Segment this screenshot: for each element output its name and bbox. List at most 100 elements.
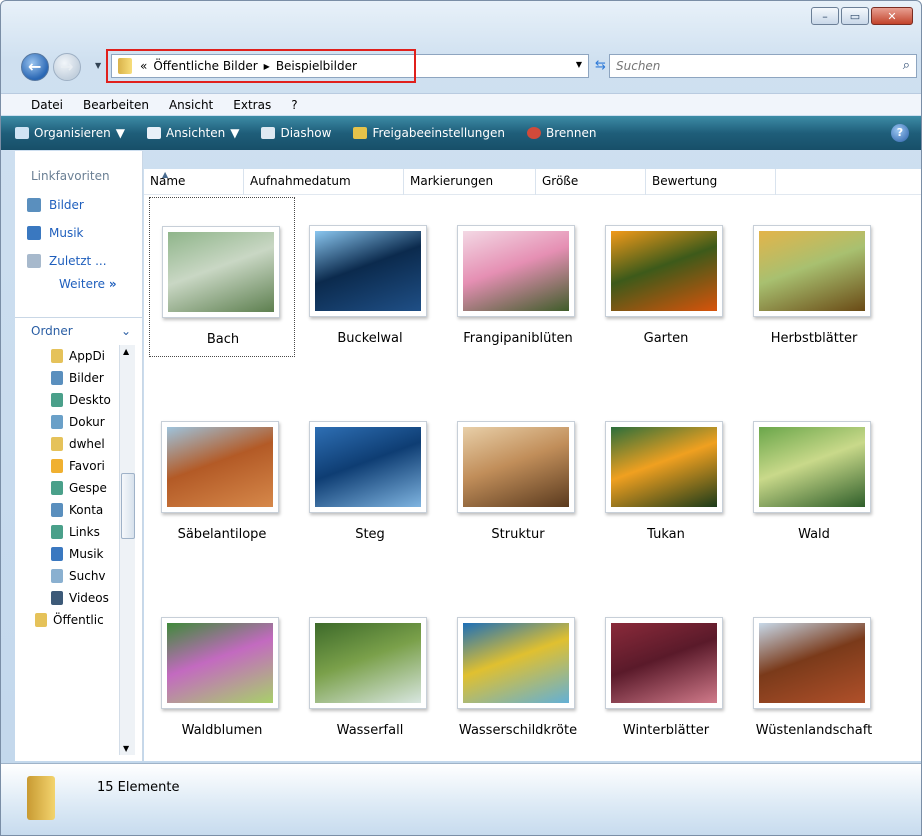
favorites-heading: Linkfavoriten: [31, 169, 110, 183]
help-icon[interactable]: ?: [891, 124, 909, 142]
scroll-down-icon[interactable]: ▼: [123, 744, 129, 753]
share-icon: [353, 127, 368, 139]
burn-button[interactable]: Brennen: [526, 126, 596, 140]
scrollbar-thumb[interactable]: [121, 473, 135, 539]
burn-disc-icon: [526, 127, 541, 139]
tree-label: Favori: [69, 459, 105, 473]
thumbnail-image: [611, 427, 717, 507]
slideshow-button[interactable]: Diashow: [261, 126, 331, 140]
thumbnail-image: [759, 231, 865, 311]
favorite-link-music[interactable]: Musik: [15, 217, 142, 245]
thumbnail-image: [167, 623, 273, 703]
tree-item-documents[interactable]: Dokur: [15, 411, 117, 433]
tree-item-music[interactable]: Musik: [15, 543, 117, 565]
tree-item-links[interactable]: Links: [15, 521, 117, 543]
refresh-icon[interactable]: ⇆: [595, 58, 606, 73]
menu-file[interactable]: Datei: [31, 98, 63, 112]
thumbnail-label: Herbstblätter: [770, 331, 858, 346]
thumbnail-item[interactable]: Wald: [741, 393, 887, 553]
tree-item-desktop[interactable]: Deskto: [15, 389, 117, 411]
thumbnail-label: Wasserschildkröte: [458, 723, 578, 738]
views-button[interactable]: Ansichten ▼: [146, 126, 239, 140]
column-label: Größe: [542, 174, 579, 188]
tree-item-dwhel[interactable]: dwhel: [15, 433, 117, 455]
folder-tree-scrollbar[interactable]: ▲ ▼: [119, 345, 135, 755]
column-header-tags[interactable]: Markierungen: [404, 169, 536, 195]
recent-pages-dropdown[interactable]: ▼: [95, 61, 101, 70]
folders-header[interactable]: Ordner ⌄: [15, 317, 143, 343]
thumbnail-item[interactable]: Tukan: [593, 393, 739, 553]
maximize-button[interactable]: ▭: [841, 7, 869, 25]
tree-item-searches[interactable]: Suchv: [15, 565, 117, 587]
close-button[interactable]: ✕: [871, 7, 913, 25]
favorite-link-pictures[interactable]: Bilder: [15, 189, 142, 217]
thumbnail-label: Wüstenlandschaft: [755, 723, 873, 738]
thumbnail-image: [759, 427, 865, 507]
search-folder-icon: [51, 569, 63, 583]
address-dropdown-icon[interactable]: ▼: [576, 60, 582, 69]
tree-item-contacts[interactable]: Konta: [15, 499, 117, 521]
tree-item-appdata[interactable]: AppDi: [15, 345, 117, 367]
music-icon: [27, 226, 41, 240]
tree-label: Musik: [69, 547, 104, 561]
tree-item-favorites[interactable]: Favori: [15, 455, 117, 477]
thumbnail-image: [315, 427, 421, 507]
tree-label: Öffentlic: [53, 613, 104, 627]
share-settings-button[interactable]: Freigabeeinstellungen: [353, 126, 505, 140]
favorite-label: Bilder: [49, 198, 84, 212]
views-label: Ansichten: [165, 126, 226, 140]
share-label: Freigabeeinstellungen: [372, 126, 505, 140]
column-header-date[interactable]: Aufnahmedatum: [244, 169, 404, 195]
more-links-button[interactable]: Weitere »: [15, 273, 142, 297]
thumbnail-item[interactable]: Bach: [149, 197, 295, 357]
thumbnail-item[interactable]: Frangipaniblüten: [445, 197, 591, 357]
thumbnail-label: Waldblumen: [181, 723, 263, 738]
sort-ascending-icon: ▲: [162, 170, 169, 179]
tree-label: Konta: [69, 503, 104, 517]
thumbnail-item[interactable]: Wasserfall: [297, 589, 443, 749]
thumbnail-item[interactable]: Säbelantilope: [149, 393, 295, 553]
thumbnail-frame: [457, 225, 575, 317]
search-box[interactable]: ⌕: [609, 54, 917, 78]
caption-buttons: – ▭ ✕: [811, 7, 913, 25]
minimize-button[interactable]: –: [811, 7, 839, 25]
tree-item-saved-games[interactable]: Gespe: [15, 477, 117, 499]
thumbnail-item[interactable]: Wasserschildkröte: [445, 589, 591, 749]
thumbnail-item[interactable]: Struktur: [445, 393, 591, 553]
thumbnail-label: Säbelantilope: [177, 527, 267, 542]
thumbnail-label: Winterblätter: [622, 723, 710, 738]
thumbnail-image: [463, 231, 569, 311]
search-input[interactable]: [616, 59, 876, 73]
column-header-name[interactable]: ▲ Name: [144, 169, 244, 195]
documents-folder-icon: [51, 415, 63, 429]
column-header-size[interactable]: Größe: [536, 169, 646, 195]
tree-item-pictures[interactable]: Bilder: [15, 367, 117, 389]
thumbnail-item[interactable]: Buckelwal: [297, 197, 443, 357]
scroll-up-icon[interactable]: ▲: [123, 347, 129, 356]
menu-tools[interactable]: Extras: [233, 98, 271, 112]
thumbnail-item[interactable]: Wüstenlandschaft: [741, 589, 887, 749]
back-button[interactable]: ←: [21, 53, 49, 81]
menu-edit[interactable]: Bearbeiten: [83, 98, 149, 112]
column-header-rating[interactable]: Bewertung: [646, 169, 776, 195]
tree-label: Gespe: [69, 481, 107, 495]
thumbnail-item[interactable]: Winterblätter: [593, 589, 739, 749]
tree-item-videos[interactable]: Videos: [15, 587, 117, 609]
thumbnail-item[interactable]: Waldblumen: [149, 589, 295, 749]
favorite-link-recent[interactable]: Zuletzt ...: [15, 245, 142, 273]
menu-view[interactable]: Ansicht: [169, 98, 213, 112]
forward-button[interactable]: →: [53, 53, 81, 81]
tree-item-public[interactable]: Öffentlic: [15, 609, 117, 631]
thumbnail-frame: [457, 617, 575, 709]
thumbnail-label: Buckelwal: [337, 331, 403, 346]
menu-help[interactable]: ?: [291, 98, 297, 112]
thumbnail-image: [168, 232, 274, 312]
thumbnail-item[interactable]: Steg: [297, 393, 443, 553]
thumbnail-image: [463, 427, 569, 507]
thumbnail-label: Wasserfall: [336, 723, 404, 738]
thumbnail-item[interactable]: Garten: [593, 197, 739, 357]
organize-button[interactable]: Organisieren ▼: [15, 126, 125, 140]
search-icon[interactable]: ⌕: [903, 58, 910, 73]
thumbnail-item[interactable]: Herbstblätter: [741, 197, 887, 357]
folder-icon: [51, 349, 63, 363]
